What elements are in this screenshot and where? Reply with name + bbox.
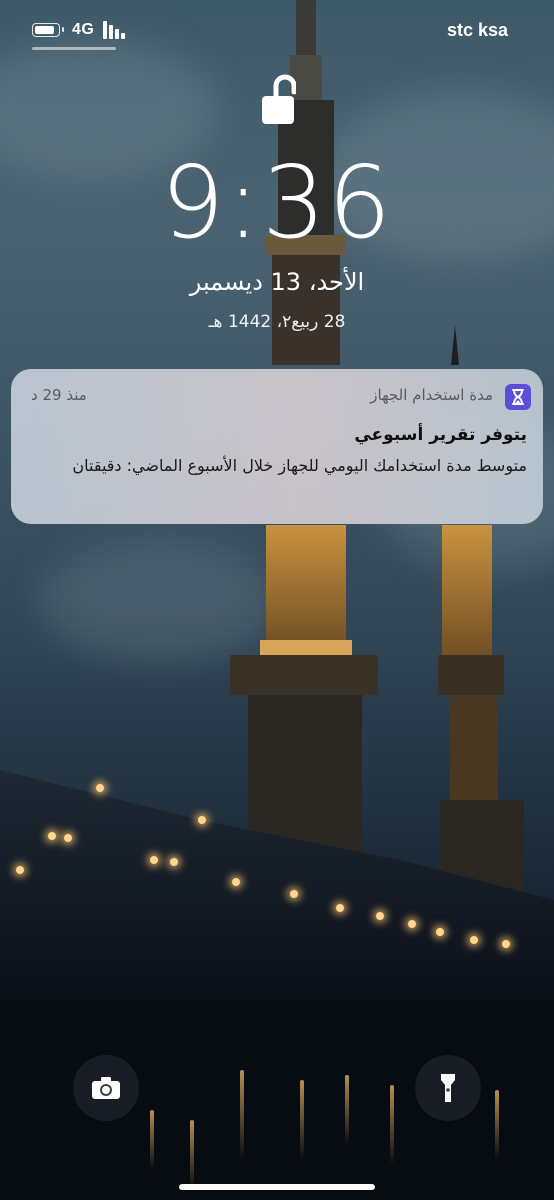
clock-time: 9:36 [160, 144, 394, 261]
notification-time: منذ 29 د [31, 386, 87, 404]
battery-icon [32, 23, 64, 37]
unlocked-padlock-icon [262, 74, 296, 124]
flashlight-icon [441, 1074, 455, 1102]
home-indicator[interactable] [179, 1184, 375, 1190]
camera-icon [92, 1077, 120, 1099]
carrier-name: stc ksa [446, 20, 508, 40]
status-bar: 4G stc ksa [0, 0, 554, 60]
hourglass-icon [505, 384, 531, 410]
battery-level-fill [35, 26, 54, 34]
network-type-label: 4G [72, 21, 95, 38]
camera-button[interactable] [73, 1055, 139, 1121]
notification-title: يتوفر تقرير أسبوعي [354, 425, 527, 445]
notification-body: متوسط مدة استخدامك اليومي للجهاز خلال ال… [72, 456, 527, 475]
gregorian-date: الأحد، 13 ديسمبر [189, 268, 365, 296]
status-bar-indicator [32, 47, 116, 50]
notification-app-name: مدة استخدام الجهاز [370, 386, 493, 404]
signal-icon [103, 21, 129, 39]
hijri-date: 28 ربيع٢، 1442 هـ [208, 312, 346, 332]
flashlight-button[interactable] [415, 1055, 481, 1121]
notification-card[interactable]: مدة استخدام الجهاز منذ 29 د يتوفر تقرير … [11, 369, 543, 524]
lock-screen: 4G stc ksa 9:36 الأحد، 13 ديسمبر 28 ربيع… [0, 0, 554, 1200]
